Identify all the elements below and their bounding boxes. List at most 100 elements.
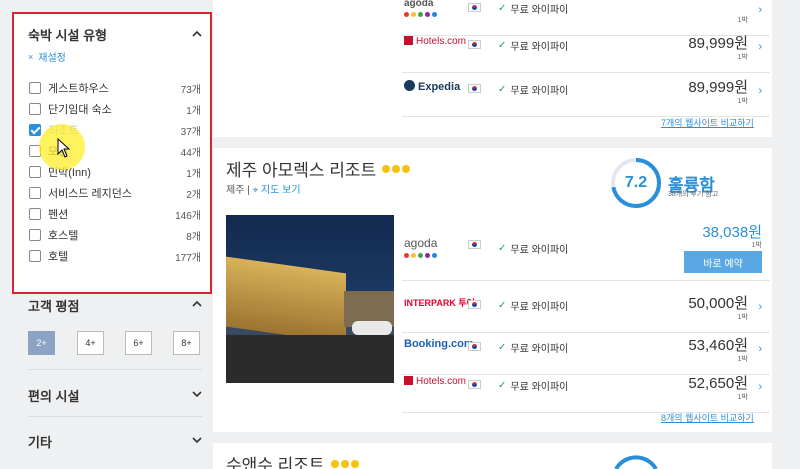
checkbox[interactable] [29, 166, 41, 178]
chevron-up-icon[interactable] [192, 29, 202, 39]
filter-option-hostel[interactable]: 호스텔 8개 [29, 227, 201, 243]
korea-flag-icon [468, 40, 481, 49]
wifi-feature: ✓ 무료 와이파이 [498, 300, 569, 313]
partner-logo-agoda: agoda [404, 0, 437, 17]
checkbox-checked[interactable] [29, 124, 41, 136]
option-count: 146개 [175, 210, 201, 222]
hotel-name[interactable]: 제주 아모렉스 리조트 [226, 156, 411, 181]
option-count: 2개 [186, 189, 201, 201]
checkbox[interactable] [29, 208, 41, 220]
option-count: 44개 [180, 147, 201, 159]
chevron-right-icon[interactable]: › [758, 343, 762, 355]
filter-option-serviced-residence[interactable]: 서비스드 레지던스 2개 [29, 185, 201, 201]
korea-flag-icon [468, 240, 481, 249]
best-price: 38,038원 [702, 224, 762, 241]
chevron-down-icon[interactable] [192, 435, 202, 445]
map-pin-icon: ⌖ [252, 185, 259, 196]
chevron-right-icon[interactable]: › [758, 381, 762, 393]
checkbox[interactable] [29, 103, 41, 115]
rating-4plus-button[interactable]: 4+ [77, 331, 104, 355]
price: 53,460원 [688, 337, 748, 354]
wifi-feature: ✓ 무료 와이파이 [498, 342, 569, 355]
korea-flag-icon [468, 342, 481, 351]
partner-logo-interpark: INTERPARK 투어 [404, 298, 475, 308]
review-count: 38개의 후기 참고 [668, 191, 719, 198]
price: 50,000원 [688, 295, 748, 312]
check-icon: ✓ [498, 380, 507, 391]
per-night-label: 1박 [737, 98, 748, 105]
filter-option-short-term-rental[interactable]: 단기임대 숙소 1개 [29, 101, 201, 117]
price: 52,650원 [688, 375, 748, 392]
compare-websites-link[interactable]: 8개의 웹사이트 비교하기 [661, 411, 754, 424]
checkbox[interactable] [29, 82, 41, 94]
partner-logo-hotels: Hotels.com [404, 376, 466, 387]
rating-title: 고객 평점 [28, 299, 80, 314]
option-count: 1개 [186, 105, 201, 117]
divider [28, 369, 202, 370]
hotel-location: 제주 | ⌖ 지도 보기 [226, 185, 301, 196]
offer-row[interactable]: Expedia ✓ 무료 와이파이 89,999원 1박 › [402, 65, 770, 117]
book-now-button[interactable]: 바로 예약 [684, 251, 762, 273]
close-icon: × [28, 51, 34, 62]
hotel-name[interactable]: 수앤수 리조트 [226, 451, 359, 469]
check-icon: ✓ [498, 243, 507, 254]
option-label: 펜션 [48, 209, 69, 221]
option-count: 73개 [180, 84, 201, 96]
chevron-down-icon[interactable] [192, 389, 202, 399]
filter-sidebar: 숙박 시설 유형 ×재설정 게스트하우스73개 단기임대 숙소1개 리조트37개… [0, 0, 214, 469]
partner-logo-agoda: agoda [404, 236, 437, 258]
per-night-label: 1박 [737, 314, 748, 321]
checkbox[interactable] [29, 229, 41, 241]
chevron-up-icon[interactable] [192, 299, 202, 309]
wifi-feature: ✓ 무료 와이파이 [498, 243, 569, 256]
partner-logo-expedia: Expedia [404, 80, 460, 93]
offer-row[interactable]: Hotels.com ✓ 무료 와이파이 52,650원 1박 › [402, 361, 770, 413]
check-icon: ✓ [498, 40, 507, 51]
option-label: 호텔 [48, 251, 69, 263]
review-score: 7.2 [624, 174, 648, 191]
other-title[interactable]: 기타 [28, 432, 52, 451]
accommodation-type-title: 숙박 시설 유형 [28, 28, 107, 43]
amenities-title[interactable]: 편의 시설 [28, 386, 79, 405]
compare-websites-link[interactable]: 7개의 웹사이트 비교하기 [661, 116, 754, 129]
wifi-feature: ✓ 무료 와이파이 [498, 40, 569, 53]
korea-flag-icon [468, 300, 481, 309]
option-count: 37개 [180, 126, 201, 138]
hotel-photo[interactable] [226, 215, 394, 383]
map-link[interactable]: 지도 보기 [261, 185, 301, 196]
star-rating [330, 459, 359, 468]
check-icon: ✓ [498, 84, 507, 95]
filter-option-hotel[interactable]: 호텔 177개 [29, 248, 201, 264]
korea-flag-icon [468, 380, 481, 389]
checkbox[interactable] [29, 187, 41, 199]
reset-link[interactable]: × 재설정 [28, 49, 66, 65]
partner-logo-booking: Booking.com [404, 338, 474, 350]
wifi-feature: ✓ 무료 와이파이 [498, 380, 569, 393]
option-count: 177개 [175, 252, 201, 264]
chevron-right-icon[interactable]: › [758, 85, 762, 97]
korea-flag-icon [468, 84, 481, 93]
star-rating [382, 164, 411, 173]
chevron-right-icon[interactable]: › [758, 301, 762, 313]
korea-flag-icon [468, 3, 481, 12]
option-label: 게스트하우스 [48, 83, 109, 95]
chevron-right-icon[interactable]: › [758, 4, 762, 16]
wifi-feature: ✓ 무료 와이파이 [498, 3, 569, 16]
filter-option-pension[interactable]: 펜션 146개 [29, 206, 201, 222]
check-icon: ✓ [498, 300, 507, 311]
rating-6plus-button[interactable]: 6+ [125, 331, 152, 355]
chevron-right-icon[interactable]: › [758, 41, 762, 53]
mouse-pointer-icon [57, 138, 71, 158]
rating-8plus-button[interactable]: 8+ [173, 331, 200, 355]
per-night-label: 1박 [751, 242, 762, 249]
check-icon: ✓ [498, 342, 507, 353]
rating-2plus-button[interactable]: 2+ [28, 331, 55, 355]
score-ring [614, 455, 658, 469]
option-label: 호스텔 [48, 230, 79, 242]
divider [28, 416, 202, 417]
check-icon: ✓ [498, 3, 507, 14]
checkbox[interactable] [29, 250, 41, 262]
option-label: 단기임대 숙소 [48, 104, 112, 116]
option-label: 서비스드 레지던스 [48, 188, 133, 200]
filter-option-guesthouse[interactable]: 게스트하우스 73개 [29, 80, 201, 96]
